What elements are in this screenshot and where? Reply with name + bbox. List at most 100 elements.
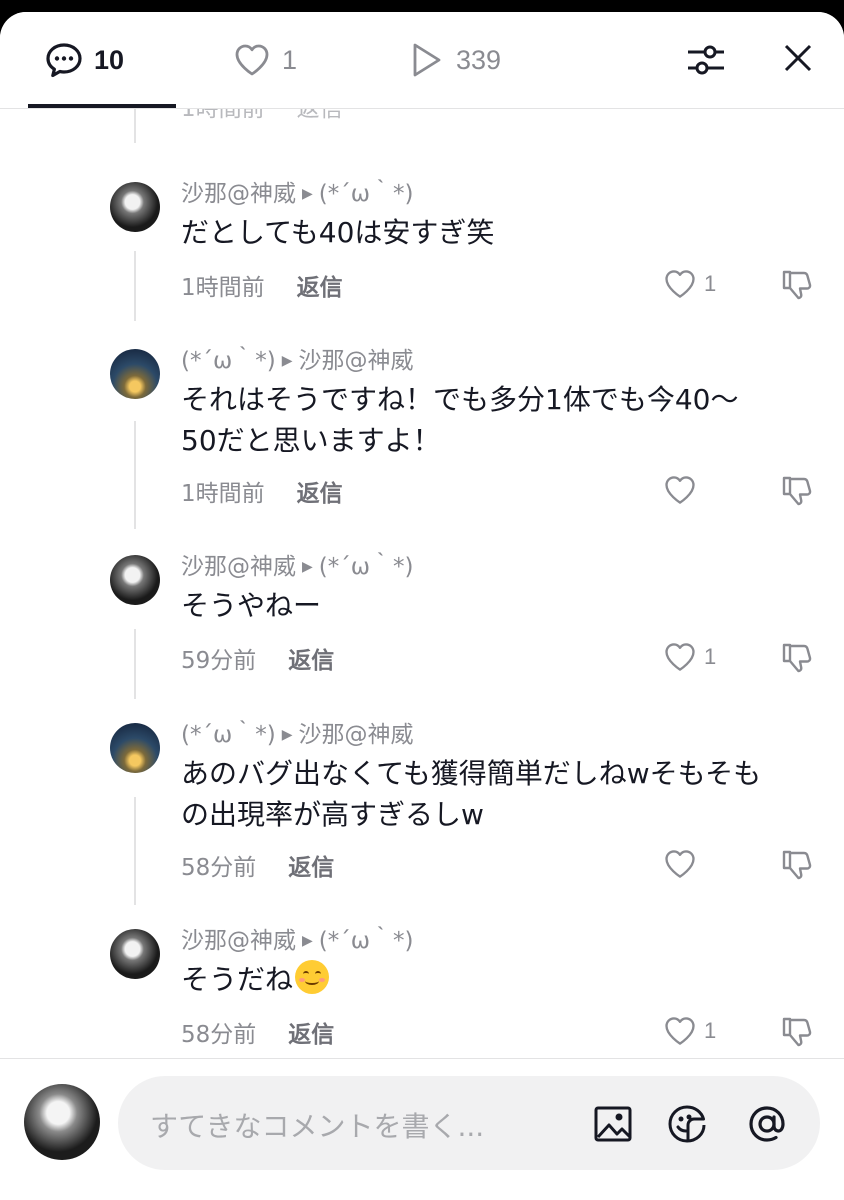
author-name[interactable]: 沙那@神威 [181,181,296,207]
reply-text: だとしても40は安すぎ笑 [181,216,495,249]
tab-views[interactable]: 339 [406,38,501,82]
reply-button[interactable]: 返信 [297,268,343,302]
reply-meta: 58分前 返信 [181,848,334,882]
dislike-button[interactable] [780,266,816,302]
like-button[interactable] [662,472,704,508]
reply-button[interactable]: 返信 [288,848,334,882]
avatar[interactable] [110,182,160,232]
image-button[interactable] [592,1103,634,1145]
reply-time: 59分前 [181,648,257,674]
sticker-icon [668,1105,706,1143]
author-name[interactable]: 沙那@神威 [181,554,296,580]
avatar[interactable] [110,929,160,979]
avatar[interactable] [110,555,160,605]
avatar[interactable] [110,349,160,399]
reply-text-line: 50だと思いますよ！ [181,424,441,457]
close-button[interactable] [778,38,818,78]
heart-icon [665,643,695,671]
thread-line [134,797,136,905]
current-user-avatar [24,1084,100,1160]
reply-button[interactable]: 返信 [288,641,334,675]
reply-arrow-icon: ▶ [281,353,293,369]
mention-button[interactable] [746,1103,788,1145]
reply-author[interactable]: 沙那@神威 ▶ (*´ω｀*) [181,921,414,955]
reply-target[interactable]: 沙那@神威 [299,348,414,374]
comment-input-placeholder: すてきなコメントを書く... [150,1110,485,1143]
thread-line [134,251,136,321]
reply-text-content: そうだね [181,963,294,996]
comment-input[interactable]: すてきなコメントを書く... [118,1076,820,1170]
reply-time: 58分前 [181,1022,257,1048]
reply-target[interactable]: (*´ω｀*) [319,928,414,954]
reply-author[interactable]: (*´ω｀*) ▶ 沙那@神威 [181,341,414,375]
like-count: 1 [704,271,717,296]
author-name[interactable]: 沙那@神威 [181,928,296,954]
thread-line [134,421,136,529]
smiling-face-emoji-icon [295,960,330,994]
filter-button[interactable] [684,38,728,82]
partial-reply-meta: 1時間前 返信 [181,109,343,123]
reply-time: 1時間前 [181,275,265,301]
reply-meta: 1時間前 返信 [181,268,343,302]
tab-likes[interactable]: 1 [232,38,297,82]
like-count: 1 [704,1018,717,1043]
reply-target[interactable]: 沙那@神威 [299,722,414,748]
reply-author[interactable]: (*´ω｀*) ▶ 沙那@神威 [181,715,414,749]
like-button[interactable]: 1 [662,1013,716,1049]
reply-arrow-icon: ▶ [302,933,313,949]
reply-meta: 59分前 返信 [181,641,334,675]
thread-line [134,629,136,699]
thumbs-down-icon [782,850,812,880]
thumbs-down-icon [782,476,812,506]
reply-text-line: あのバグ出なくても獲得簡単だしねwそもそも [181,757,762,790]
reply-text: あのバグ出なくても獲得簡単だしねwそもそも の出現率が高すぎるしw [181,753,821,835]
reply-button[interactable]: 返信 [288,1015,334,1049]
like-button[interactable]: 1 [662,639,716,675]
reply-arrow-icon: ▶ [302,186,313,202]
like-button[interactable] [662,846,704,882]
like-button[interactable]: 1 [662,266,716,302]
reply-text-line: の出現率が高すぎるしw [181,798,484,831]
reply-time: 58分前 [181,855,257,881]
reply-link[interactable]: 返信 [297,109,343,123]
dislike-button[interactable] [780,472,816,508]
reply-text-line: それはそうですね！でも多分1体でも今40〜 [181,383,739,416]
comment-list[interactable]: 1時間前 返信 沙那@神威 ▶ (*´ω｀*) だとしても40は安すぎ笑 1時間前 … [0,109,844,1059]
like-count: 1 [704,644,717,669]
dislike-button[interactable] [780,846,816,882]
comments-count: 10 [94,44,125,75]
heart-icon [665,270,695,298]
heart-icon [665,476,695,504]
reply-target[interactable]: (*´ω｀*) [319,181,414,207]
views-count: 339 [456,44,502,75]
thumbs-down-icon [782,643,812,673]
reply-button[interactable]: 返信 [297,474,343,508]
sliders-icon [688,45,724,75]
reply-text: そうやねー [181,589,322,622]
avatar[interactable] [110,723,160,773]
heart-icon [665,850,695,878]
reply-author[interactable]: 沙那@神威 ▶ (*´ω｀*) [181,174,414,208]
likes-count: 1 [282,44,298,75]
heart-icon [665,1017,695,1045]
reply-time: 1時間前 [181,109,265,122]
reply-meta: 1時間前 返信 [181,474,343,508]
at-icon [749,1106,785,1142]
composer-divider [0,1058,844,1059]
reply-target[interactable]: (*´ω｀*) [319,554,414,580]
play-icon [406,40,446,80]
tab-comments[interactable]: 10 [44,38,124,82]
reply-text: そうだね [181,959,821,1000]
reply-author[interactable]: 沙那@神威 ▶ (*´ω｀*) [181,547,414,581]
close-icon [784,44,812,72]
heart-icon [232,40,272,80]
dislike-button[interactable] [780,1013,816,1049]
reply-text: それはそうですね！でも多分1体でも今40〜 50だと思いますよ！ [181,379,821,461]
comment-bubble-icon [44,40,84,80]
author-name[interactable]: (*´ω｀*) [181,722,276,748]
author-name[interactable]: (*´ω｀*) [181,348,276,374]
sticker-button[interactable] [666,1103,708,1145]
reply-time: 1時間前 [181,481,265,507]
image-icon [594,1106,632,1142]
dislike-button[interactable] [780,639,816,675]
